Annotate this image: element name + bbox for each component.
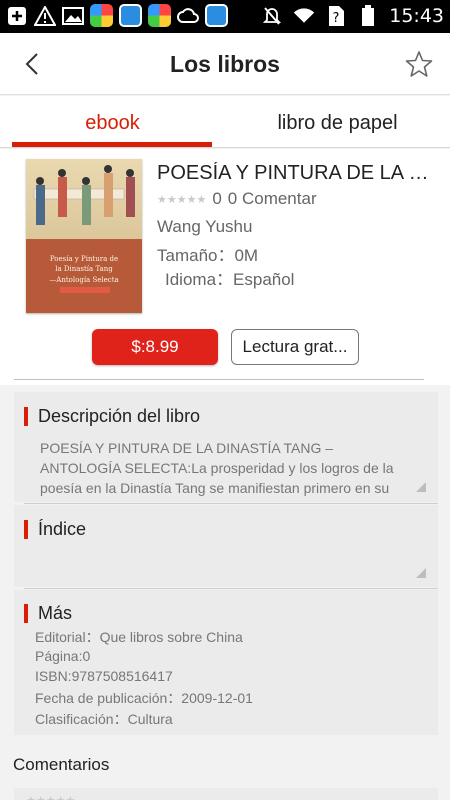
section-marker [24,520,28,539]
mute-icon [261,5,283,27]
description-line: poesía en la Dinastía Tang se manifiesta… [40,480,390,496]
section-marker [24,407,28,426]
divider [14,379,424,380]
nav-bar: Los libros [0,33,450,95]
publish-date-info: Fecha de publicación：2009-12-01 [35,690,253,706]
book-language: Idioma：Español [165,270,295,289]
no-sim-icon: ? [325,5,347,27]
app-icon [205,4,228,27]
resize-handle-icon[interactable] [416,568,426,578]
description-heading: Descripción del libro [24,406,200,427]
book-cover[interactable]: Poesía y Pintura de la Dinastía Tang —An… [26,159,142,313]
book-author: Wang Yushu [157,217,253,236]
battery-icon [357,5,379,27]
comment-count[interactable]: 0 Comentar [228,189,317,209]
app-icon [119,4,142,27]
cover-title-line-2: la Dinastía Tang [55,265,113,273]
cover-band [60,287,110,293]
divider [24,588,438,589]
isbn-info: ISBN:9787508516417 [35,668,173,684]
rating-value: 0 [212,189,222,208]
image-icon [62,5,84,27]
page-count-info: Página:0 [35,648,91,664]
index-panel: Índice [14,505,438,587]
cover-title-line-3: —Antología Selecta [49,276,119,284]
description-panel: Descripción del libro POESÍA Y PINTURA D… [14,392,438,502]
status-bar: ? 15:43 [0,0,450,33]
comment-preview: ★★★★★ [14,788,438,800]
book-rating: ★★★★★ 0 0 Comentar [157,189,317,209]
tab-bar: ebook libro de papel [0,96,450,148]
resize-handle-icon[interactable] [416,482,426,492]
book-title: POESÍA Y PINTURA DE LA DI... [157,162,433,184]
index-heading-text: Índice [38,519,87,539]
publisher-info: Editorial：Que libros sobre China [35,629,243,645]
svg-text:?: ? [333,11,340,26]
star-outline-icon [405,51,433,77]
status-time: 15:43 [389,5,444,27]
cover-painting [26,159,142,239]
category-info: Clasificación：Cultura [35,711,173,727]
more-heading: Más [24,603,72,624]
tab-paper-book[interactable]: libro de papel [225,96,450,148]
tab-ebook[interactable]: ebook [0,96,225,148]
favorite-button[interactable] [402,47,436,81]
app-icon [90,4,113,27]
cloud-icon [177,5,199,27]
free-read-button[interactable]: Lectura grat... [231,329,359,365]
description-line: ANTOLOGÍA SELECTA:La prosperidad y los l… [40,460,394,476]
comment-stars-icon: ★★★★★ [26,794,75,800]
section-marker [24,604,28,623]
buy-button[interactable]: $:8.99 [92,329,218,365]
more-info-panel: Más Editorial：Que libros sobre China Pág… [14,590,438,735]
book-size: Tamaño：0M [157,246,259,265]
book-header: Poesía y Pintura de la Dinastía Tang —An… [0,149,450,385]
description-heading-text: Descripción del libro [38,406,201,426]
wifi-icon [293,5,315,27]
description-text[interactable]: POESÍA Y PINTURA DE LA DINASTÍA TANG – A… [40,438,394,498]
rating-stars-icon: ★★★★★ [157,193,207,206]
cover-title-line-1: Poesía y Pintura de [49,255,119,263]
page-title: Los libros [170,51,280,77]
add-icon [6,5,28,27]
comments-heading: Comentarios [13,755,110,774]
divider [24,503,438,504]
description-line: POESÍA Y PINTURA DE LA DINASTÍA TANG – [40,440,334,456]
tab-active-indicator [12,142,212,147]
alert-icon [34,5,56,27]
more-heading-text: Más [38,603,73,623]
index-heading: Índice [24,519,86,540]
app-icon [148,4,171,27]
